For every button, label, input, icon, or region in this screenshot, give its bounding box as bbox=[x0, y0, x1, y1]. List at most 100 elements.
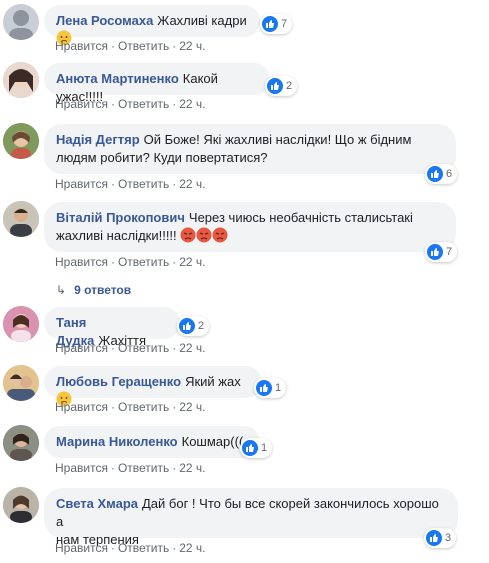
avatar-image bbox=[3, 487, 39, 523]
reaction-count[interactable]: 1 bbox=[254, 378, 287, 398]
avatar[interactable] bbox=[3, 306, 39, 342]
comment-actions: Нравится · Ответить · 22 ч. bbox=[55, 177, 206, 191]
reaction-count[interactable]: 2 bbox=[177, 316, 210, 336]
comment-actions: Нравится · Ответить · 22 ч. bbox=[55, 97, 206, 111]
avatar[interactable] bbox=[3, 365, 39, 401]
separator: · bbox=[110, 341, 115, 355]
reaction-count[interactable]: 6 bbox=[425, 164, 458, 184]
separator: · bbox=[110, 255, 115, 269]
like-button[interactable]: Нравится bbox=[55, 461, 108, 475]
comment-bubble: Любовь Геращенко Який жах bbox=[44, 366, 262, 407]
like-icon bbox=[427, 166, 443, 182]
avatar-image bbox=[3, 365, 39, 401]
avatar[interactable] bbox=[3, 425, 39, 461]
like-icon bbox=[426, 530, 442, 546]
comment-author[interactable]: Лена Росомаха bbox=[56, 13, 153, 28]
separator: · bbox=[110, 400, 115, 414]
comment-author[interactable]: Віталій Прокопович bbox=[56, 210, 185, 225]
reply-button[interactable]: Ответить bbox=[118, 400, 169, 414]
separator: · bbox=[172, 541, 177, 555]
view-replies-link[interactable]: ↳ 9 ответов bbox=[56, 283, 131, 297]
reaction-number: 2 bbox=[286, 80, 293, 92]
comment-bubble: Марина Николенко Кошмар((( bbox=[44, 426, 260, 458]
comment-bubble: Света Хмара Дай бог ! Что бы все скорей з… bbox=[44, 488, 458, 547]
angry-emoji-icon bbox=[212, 227, 228, 248]
comment-text: Ой Боже! Які жахливі наслідки! Що ж бідн… bbox=[143, 132, 412, 147]
comment-author[interactable]: Надія Дегтяр bbox=[56, 132, 140, 147]
reply-button[interactable]: Ответить bbox=[118, 255, 169, 269]
comment-time[interactable]: 22 ч. bbox=[179, 541, 205, 555]
comment-author[interactable]: Света Хмара bbox=[56, 496, 138, 511]
comment-bubble: Лена Росомаха Жахливі кадри bbox=[44, 5, 260, 46]
avatar[interactable] bbox=[3, 4, 39, 40]
avatar-image bbox=[3, 62, 39, 98]
comment-time[interactable]: 22 ч. bbox=[179, 400, 205, 414]
angry-emoji-icon bbox=[180, 227, 196, 248]
avatar[interactable] bbox=[3, 62, 39, 98]
like-icon bbox=[242, 440, 258, 456]
comment-author[interactable]: Анюта Мартиненко bbox=[56, 71, 179, 86]
comment-author[interactable]: Марина Николенко bbox=[56, 434, 178, 449]
comment-actions: Нравится · Ответить · 22 ч. bbox=[55, 461, 206, 475]
angry-emoji-icon bbox=[196, 227, 212, 248]
reply-button[interactable]: Ответить bbox=[118, 97, 169, 111]
like-button[interactable]: Нравится bbox=[55, 341, 108, 355]
avatar-image bbox=[3, 123, 39, 159]
separator: · bbox=[110, 541, 115, 555]
comment-time[interactable]: 22 ч. bbox=[179, 39, 205, 53]
reaction-number: 6 bbox=[446, 168, 453, 180]
reaction-count[interactable]: 2 bbox=[265, 76, 298, 96]
comment-time[interactable]: 22 ч. bbox=[179, 255, 205, 269]
avatar[interactable] bbox=[3, 123, 39, 159]
comment-actions: Нравится · Ответить · 22 ч. bbox=[55, 541, 206, 555]
like-icon bbox=[267, 78, 283, 94]
comment-actions: Нравится · Ответить · 22 ч. bbox=[55, 341, 206, 355]
comment-bubble: Таня Дудка Жахіття bbox=[44, 307, 180, 348]
reply-button[interactable]: Ответить bbox=[118, 177, 169, 191]
comment-bubble: Надія Дегтяр Ой Боже! Які жахливі наслідк… bbox=[44, 124, 456, 174]
comment-actions: Нравится · Ответить · 22 ч. bbox=[55, 400, 206, 414]
separator: · bbox=[172, 400, 177, 414]
reaction-count[interactable]: 3 bbox=[424, 528, 457, 548]
avatar-image bbox=[3, 201, 39, 237]
reply-button[interactable]: Ответить bbox=[118, 39, 169, 53]
separator: · bbox=[172, 177, 177, 191]
reaction-number: 7 bbox=[446, 246, 453, 258]
separator: · bbox=[172, 97, 177, 111]
comment-time[interactable]: 22 ч. bbox=[179, 461, 205, 475]
comment-text: Жахливі кадри bbox=[157, 13, 247, 28]
comment-time[interactable]: 22 ч. bbox=[179, 97, 205, 111]
reply-button[interactable]: Ответить bbox=[118, 341, 169, 355]
separator: · bbox=[172, 461, 177, 475]
comment-time[interactable]: 22 ч. bbox=[179, 341, 205, 355]
avatar-image bbox=[3, 425, 39, 461]
comment-author[interactable]: Любовь Геращенко bbox=[56, 374, 181, 389]
like-icon bbox=[256, 380, 272, 396]
comment-time[interactable]: 22 ч. bbox=[179, 177, 205, 191]
reply-button[interactable]: Ответить bbox=[118, 541, 169, 555]
comment-text: Який жах bbox=[185, 374, 241, 389]
reaction-number: 7 bbox=[281, 18, 288, 30]
like-button[interactable]: Нравится bbox=[55, 541, 108, 555]
reaction-count[interactable]: 1 bbox=[240, 438, 273, 458]
like-button[interactable]: Нравится bbox=[55, 255, 108, 269]
reaction-count[interactable]: 7 bbox=[425, 242, 458, 262]
avatar[interactable] bbox=[3, 487, 39, 523]
like-button[interactable]: Нравится bbox=[55, 177, 108, 191]
comment-bubble: Віталій Прокопович Через чиюсь необачніст… bbox=[44, 202, 456, 252]
comment-text: Кошмар((( bbox=[181, 434, 244, 449]
like-button[interactable]: Нравится bbox=[55, 97, 108, 111]
comment-bubble: Анюта Мартиненко Какой ужас!!!!! bbox=[44, 63, 270, 104]
reaction-number: 1 bbox=[275, 382, 282, 394]
separator: · bbox=[110, 461, 115, 475]
separator: · bbox=[172, 255, 177, 269]
reply-button[interactable]: Ответить bbox=[118, 461, 169, 475]
avatar[interactable] bbox=[3, 201, 39, 237]
comment-actions: Нравится · Ответить · 22 ч. bbox=[55, 39, 206, 53]
like-button[interactable]: Нравится bbox=[55, 39, 108, 53]
like-icon bbox=[262, 16, 278, 32]
reaction-count[interactable]: 7 bbox=[260, 14, 293, 34]
comment-actions: Нравится · Ответить · 22 ч. bbox=[55, 255, 206, 269]
like-button[interactable]: Нравится bbox=[55, 400, 108, 414]
separator: · bbox=[110, 39, 115, 53]
